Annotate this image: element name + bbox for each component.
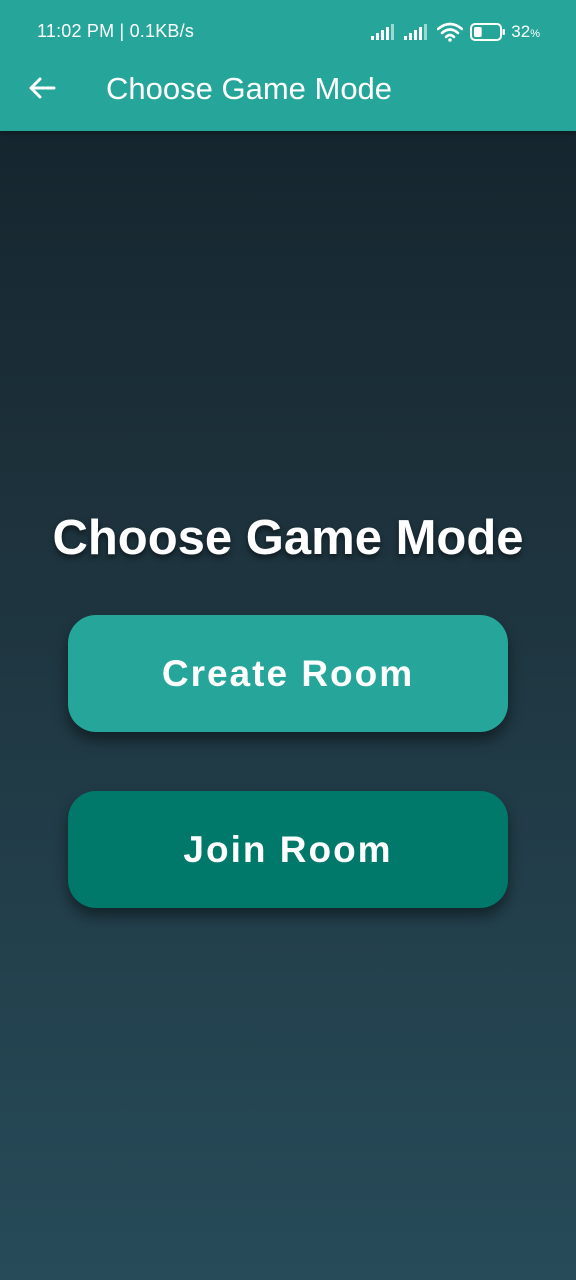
screen: 11:02 PM | 0.1KB/s 32% Choose Game Mode …	[0, 0, 576, 1280]
back-button[interactable]	[20, 68, 64, 112]
wifi-icon	[437, 22, 464, 42]
status-icons: 32%	[371, 20, 540, 44]
join-room-button[interactable]: Join Room	[68, 791, 508, 908]
status-bar: 11:02 PM | 0.1KB/s 32%	[0, 0, 576, 64]
toolbar: Choose Game Mode	[0, 60, 576, 120]
page-heading: Choose Game Mode	[52, 511, 524, 565]
arrow-left-icon	[28, 76, 56, 105]
battery-percent: 32%	[511, 22, 540, 42]
app-bar: 11:02 PM | 0.1KB/s 32% Choose Game Mode	[0, 0, 576, 131]
battery-icon	[470, 23, 506, 41]
signal-icon-2	[404, 24, 430, 40]
status-time: 11:02 PM | 0.1KB/s	[37, 21, 195, 41]
toolbar-title: Choose Game Mode	[106, 71, 393, 106]
battery-percent-value: 32	[511, 22, 531, 41]
signal-icon	[371, 24, 397, 40]
create-room-button[interactable]: Create Room	[68, 615, 508, 732]
battery-percent-sign: %	[530, 28, 540, 40]
